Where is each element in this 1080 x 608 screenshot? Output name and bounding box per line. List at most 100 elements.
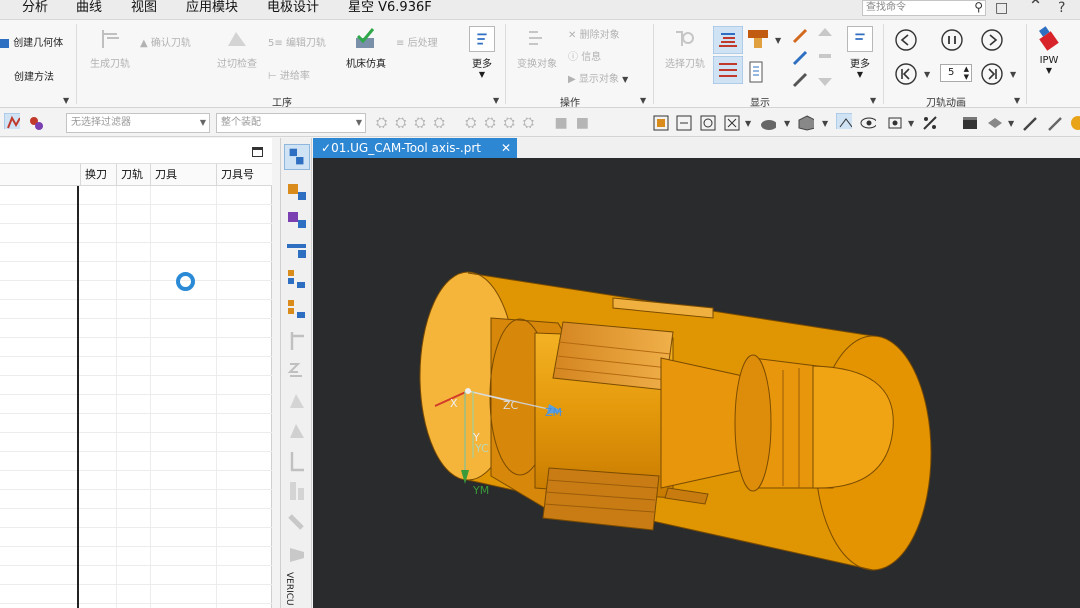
assembly-scope-select[interactable]: 整个装配 ▼	[216, 113, 366, 133]
table-row[interactable]	[0, 319, 272, 338]
table-row[interactable]	[0, 357, 272, 376]
menu-xingkong-plugin[interactable]: 星空 V6.936F	[348, 0, 432, 16]
table-row[interactable]	[0, 471, 272, 490]
previous-frame-icon[interactable]	[894, 28, 918, 52]
fit-view-icon[interactable]	[653, 115, 669, 131]
table-row[interactable]	[0, 433, 272, 452]
geometry-group-dropdown-icon[interactable]: ▼	[63, 96, 69, 105]
actions-group-dropdown-icon[interactable]: ▼	[640, 96, 646, 105]
part-model-canvas[interactable]: X ZC ZM Y YC YM	[313, 158, 1080, 608]
maximize-icon[interactable]	[252, 147, 263, 157]
help-icon[interactable]: ?	[1058, 0, 1065, 16]
vericut-tool-icon[interactable]	[284, 542, 310, 568]
edit-toolpath-button[interactable]: 5≡ 编辑刀轨	[268, 34, 326, 49]
filter-settings-icon[interactable]	[28, 115, 44, 131]
display-more-button[interactable]: 更多 ▼	[842, 26, 878, 79]
view-orient-dropdown-icon[interactable]: ▼	[745, 119, 751, 128]
create-geometry-button[interactable]: 创建几何体	[0, 34, 63, 49]
menu-analysis[interactable]: 分析	[22, 0, 48, 16]
go-to-end-icon[interactable]	[980, 62, 1004, 86]
display-object-button[interactable]: ▶ 显示对象 ▼	[568, 70, 628, 85]
machine-tool-view-icon[interactable]	[284, 178, 310, 204]
column-resize-handle[interactable]	[77, 186, 79, 608]
table-row[interactable]	[0, 547, 272, 566]
animation-group-dropdown-icon[interactable]: ▼	[1014, 96, 1020, 105]
table-row[interactable]	[0, 205, 272, 224]
table-row[interactable]	[0, 300, 272, 319]
zoom-icon[interactable]	[676, 115, 692, 131]
system-materials-icon[interactable]	[284, 448, 310, 474]
table-row[interactable]	[0, 281, 272, 300]
rendering-style-dropdown-icon[interactable]: ▼	[784, 119, 790, 128]
toolpath-display-toggle-icon[interactable]	[713, 26, 743, 54]
snap-point-icons[interactable]: ⛭⛭⛭⛭ ⛭⛭⛭⛭ ■■	[376, 115, 597, 131]
animation-mode-dropdown-icon[interactable]: ▼	[924, 70, 930, 79]
document-tab[interactable]: ✓​ 01.UG_CAM-Tool axis-.prt ✕	[313, 138, 517, 158]
table-row[interactable]	[0, 566, 272, 585]
go-to-start-icon[interactable]	[894, 62, 918, 86]
graphics-window[interactable]: X ZC ZM Y YC YM	[313, 158, 1080, 608]
path-display-toggle-icon[interactable]	[713, 56, 743, 84]
fullscreen-icon[interactable]: □	[995, 0, 1008, 16]
shaded-cube-icon[interactable]	[798, 115, 814, 131]
play-icon[interactable]	[980, 28, 1004, 52]
verify-toolpath-button[interactable]: ▲ 确认刀轨	[140, 34, 191, 49]
table-row[interactable]	[0, 376, 272, 395]
command-search-input[interactable]: 查找命令 ⚲	[862, 0, 986, 16]
table-row[interactable]	[0, 414, 272, 433]
transform-object-button[interactable]: 变换对象	[514, 26, 560, 70]
table-row[interactable]	[0, 528, 272, 547]
generate-toolpath-button[interactable]: 生成刀轨	[86, 26, 134, 70]
tool-display-icon[interactable]	[746, 28, 770, 52]
web-browser-icon[interactable]	[284, 388, 310, 414]
reuse-library-icon[interactable]	[284, 328, 310, 354]
pan-view-icon[interactable]	[724, 115, 740, 131]
stepper-arrows-icon[interactable]: ▲ ▼	[964, 65, 969, 81]
edit-object-display-icon[interactable]	[986, 115, 1002, 131]
search-icon[interactable]: ⚲	[974, 0, 983, 14]
roles-icon[interactable]	[284, 510, 310, 536]
table-row[interactable]	[0, 338, 272, 357]
table-row[interactable]	[0, 243, 272, 262]
display-group-dropdown-icon[interactable]: ▼	[870, 96, 876, 105]
operation-group-dropdown-icon[interactable]: ▼	[493, 96, 499, 105]
table-row[interactable]	[0, 490, 272, 509]
type-filter-select[interactable]: 无选择过滤器 ▼	[66, 113, 210, 133]
table-row[interactable]	[0, 585, 272, 604]
table-row[interactable]	[0, 186, 272, 205]
table-row[interactable]	[0, 262, 272, 281]
brush-icon[interactable]	[1022, 115, 1038, 131]
part-navigator-icon[interactable]	[284, 296, 310, 322]
object-display-dropdown-icon[interactable]: ▼	[1008, 119, 1014, 128]
process-studio-icon[interactable]	[284, 478, 310, 504]
table-row[interactable]	[0, 395, 272, 414]
delete-object-button[interactable]: ✕ 删除对象	[568, 26, 620, 41]
menu-application[interactable]: 应用模块	[186, 0, 238, 16]
show-hide-eye-icon[interactable]	[860, 115, 876, 131]
machine-simulation-button[interactable]: 机床仿真	[342, 26, 390, 70]
chevron-up-icon[interactable]: ⌃	[1028, 0, 1043, 17]
column-toolpath[interactable]: 刀轨	[116, 164, 150, 186]
column-tool-number[interactable]: 刀具号	[216, 164, 272, 186]
selection-mode-icon[interactable]	[4, 113, 20, 129]
column-tool-change[interactable]: 换刀	[80, 164, 116, 186]
layer-settings-icon[interactable]	[962, 115, 978, 131]
wcs-display-icon[interactable]	[836, 113, 852, 129]
menu-curve[interactable]: 曲线	[76, 0, 102, 16]
close-icon[interactable]: ✕	[501, 138, 511, 158]
animation-speed-stepper[interactable]: 5 ▲ ▼	[940, 64, 972, 82]
assembly-navigator-icon[interactable]	[284, 266, 310, 292]
postprocess-button[interactable]: ≡ 后处理	[396, 34, 438, 49]
table-row[interactable]	[0, 509, 272, 528]
pencil-tools-icon[interactable]	[790, 26, 814, 96]
operation-navigator-tab-icon[interactable]	[284, 144, 310, 170]
camera-dropdown-icon[interactable]: ▼	[908, 119, 914, 128]
camera-view-icon[interactable]	[888, 115, 904, 131]
end-mode-dropdown-icon[interactable]: ▼	[1010, 70, 1016, 79]
feedrate-button[interactable]: ⊢ 进给率	[268, 67, 310, 82]
geometry-view-icon[interactable]	[284, 206, 310, 232]
operation-more-button[interactable]: 更多 ▼	[464, 26, 500, 79]
history-icon[interactable]	[284, 418, 310, 444]
ipw-button[interactable]: IPW ▼	[1034, 26, 1064, 75]
pencil-icon[interactable]	[1046, 115, 1062, 131]
